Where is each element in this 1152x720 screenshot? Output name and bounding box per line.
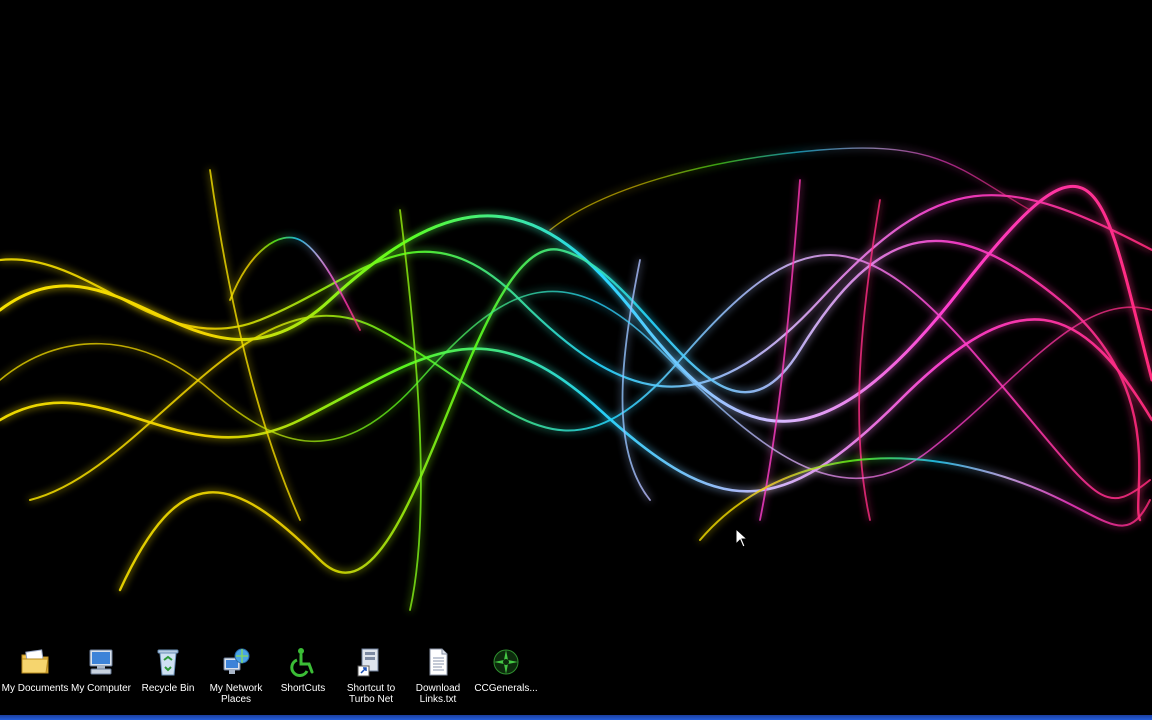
desktop-icon-my-computer[interactable]: My Computer — [66, 646, 136, 710]
desktop[interactable]: My Documents My Computer Recycle Bin My … — [0, 0, 1152, 720]
mouse-cursor-icon — [735, 528, 749, 548]
recycle-bin-icon — [157, 649, 179, 676]
desktop-icon-label: Recycle Bin — [141, 683, 195, 694]
accessibility-shortcut-icon — [290, 648, 314, 677]
taskbar-edge — [0, 715, 1152, 720]
desktop-icon-my-network-places[interactable]: My Network Places — [201, 646, 271, 710]
desktop-icon-label: CCGenerals... — [474, 683, 538, 694]
desktop-icon-download-links[interactable]: Download Links.txt — [403, 646, 473, 710]
desktop-icon-label: My Computer — [70, 683, 131, 694]
computer-icon — [89, 649, 113, 675]
desktop-icon-label: My Documents — [1, 683, 69, 694]
desktop-icon-label: My Network Places — [209, 683, 263, 705]
desktop-icon-label: ShortCuts — [280, 683, 326, 694]
cc-generals-icon — [493, 649, 519, 675]
desktop-icon-label: Download Links.txt — [415, 683, 461, 705]
desktop-icon-my-documents[interactable]: My Documents — [0, 646, 70, 710]
text-file-icon — [429, 648, 448, 676]
shortcut-turbo-net-icon — [357, 648, 379, 677]
folder-documents-icon — [21, 649, 49, 674]
network-places-icon — [223, 648, 250, 674]
desktop-icon-recycle-bin[interactable]: Recycle Bin — [133, 646, 203, 710]
desktop-icon-label: Shortcut to Turbo Net — [346, 683, 396, 705]
wallpaper — [0, 0, 1152, 720]
desktop-icon-shortcut-to-turbo-net[interactable]: Shortcut to Turbo Net — [336, 646, 406, 710]
desktop-icon-shortcuts[interactable]: ShortCuts — [268, 646, 338, 710]
desktop-icon-ccgenerals[interactable]: CCGenerals... — [471, 646, 541, 710]
desktop-icons: My Documents My Computer Recycle Bin My … — [0, 646, 560, 712]
